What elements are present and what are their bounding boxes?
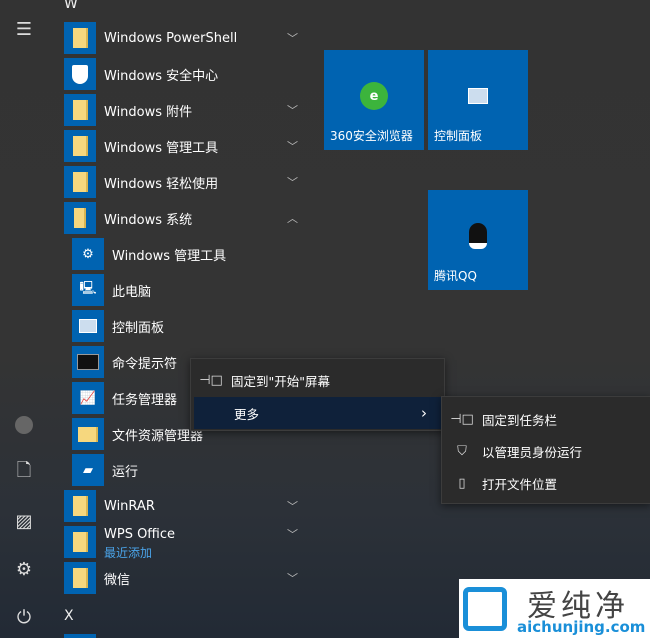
pin-icon: ⊣□ (199, 372, 223, 388)
control-panel-icon (462, 80, 494, 112)
app-label: Windows 安全中心 (104, 68, 219, 84)
command-prompt-icon (72, 346, 104, 378)
admin-shield-icon: ⛉ (457, 443, 467, 459)
chevron-down-icon: ﹀ (287, 528, 298, 541)
app-wps-office[interactable]: WPS Office 最近添加 ﹀ (64, 526, 304, 560)
power-icon[interactable]: ⏻ (12, 605, 36, 629)
app-label: Windows 管理工具 (112, 248, 227, 264)
document-icon[interactable]: 🗋 (12, 460, 36, 485)
app-run[interactable]: ▰ 运行 (72, 454, 312, 486)
letter-header-w[interactable]: W (64, 0, 78, 12)
app-control-panel[interactable]: 控制面板 (72, 310, 312, 342)
tile-label: 控制面板 (434, 129, 483, 143)
folder-icon (64, 22, 96, 54)
recently-added-badge: 最近添加 (104, 546, 153, 560)
admin-tools-icon: ⚙ (72, 238, 104, 270)
app-windows-powershell[interactable]: Windows PowerShell ﹀ (64, 22, 304, 54)
chevron-down-icon: ﹀ (287, 32, 298, 45)
pictures-icon[interactable]: ▨ (12, 509, 36, 533)
folder-icon (64, 526, 96, 558)
file-explorer-icon (72, 418, 104, 450)
app-windows-security[interactable]: Windows 安全中心 (64, 58, 304, 90)
app-label: Windows 系统 (104, 212, 193, 228)
app-this-pc[interactable]: 🖳 此电脑 (72, 274, 312, 306)
menu-open-file-location[interactable]: ▯ 打开文件位置 (442, 467, 650, 499)
app-windows-accessories[interactable]: Windows 附件 ﹀ (64, 94, 304, 126)
user-icon[interactable] (12, 413, 36, 437)
chevron-down-icon: ﹀ (287, 104, 298, 117)
submenu: ⊣□ 固定到任务栏 ⛉ 以管理员身份运行 ▯ 打开文件位置 (441, 396, 650, 504)
folder-icon (64, 166, 96, 198)
qq-penguin-icon (462, 220, 494, 252)
tile-label: 腾讯QQ (434, 269, 477, 283)
folder-location-icon: ▯ (458, 475, 466, 491)
pin-icon: ⊣□ (450, 411, 474, 427)
menu-label: 以管理员身份运行 (482, 444, 583, 460)
browser-360-icon: e (358, 80, 390, 112)
watermark: 爱纯净 aichunjing.com (459, 579, 650, 638)
control-panel-icon (72, 310, 104, 342)
computer-icon: 🖳 (72, 274, 104, 306)
shield-icon (64, 58, 96, 90)
app-label: Windows 管理工具 (104, 140, 219, 156)
app-label: 任务管理器 (112, 392, 178, 408)
menu-label: 固定到"开始"屏幕 (231, 373, 330, 389)
chevron-down-icon: ﹀ (287, 140, 298, 153)
context-menu: ⊣□ 固定到"开始"屏幕 更多 › (190, 358, 445, 431)
app-label: WinRAR (104, 498, 155, 514)
app-label: Windows PowerShell (104, 30, 238, 46)
app-label: 命令提示符 (112, 356, 178, 372)
chevron-down-icon: ﹀ (287, 500, 298, 513)
tile-label: 360安全浏览器 (330, 129, 413, 143)
app-windows-system[interactable]: Windows 系统 ︿ (64, 202, 304, 234)
app-windows-admin-tools[interactable]: Windows 管理工具 ﹀ (64, 130, 304, 162)
letter-header-x[interactable]: X (64, 608, 74, 624)
hamburger-menu-icon[interactable]: ☰ (12, 17, 36, 41)
folder-open-icon (64, 202, 96, 234)
chevron-up-icon: ︿ (287, 212, 298, 225)
menu-label: 更多 (234, 406, 260, 422)
app-wechat[interactable]: 微信 ﹀ (64, 562, 304, 594)
app-label: Windows 轻松使用 (104, 176, 219, 192)
app-label: Windows 附件 (104, 104, 193, 120)
tile-360-browser[interactable]: e 360安全浏览器 (324, 50, 424, 150)
watermark-url: aichunjing.com (517, 618, 646, 636)
menu-label: 固定到任务栏 (482, 412, 558, 428)
menu-pin-to-taskbar[interactable]: ⊣□ 固定到任务栏 (442, 403, 650, 435)
run-icon: ▰ (72, 454, 104, 486)
tile-tencent-qq[interactable]: 腾讯QQ (428, 190, 528, 290)
folder-icon (64, 130, 96, 162)
app-winrar[interactable]: WinRAR ﹀ (64, 490, 304, 522)
menu-more[interactable]: 更多 › (194, 397, 441, 429)
task-manager-icon: 📈 (72, 382, 104, 414)
app-label: 控制面板 (112, 320, 165, 336)
left-rail: ☰ 🗋 ▨ ⚙ ⏻ (0, 0, 48, 638)
chevron-down-icon: ﹀ (287, 176, 298, 189)
menu-run-as-admin[interactable]: ⛉ 以管理员身份运行 (442, 435, 650, 467)
menu-pin-to-start[interactable]: ⊣□ 固定到"开始"屏幕 (191, 364, 444, 396)
app-windows-ease-of-access[interactable]: Windows 轻松使用 ﹀ (64, 166, 304, 198)
chevron-down-icon: ﹀ (287, 572, 298, 585)
partial-app-icon (64, 634, 96, 638)
app-label: 此电脑 (112, 284, 152, 300)
watermark-logo-icon (463, 587, 507, 631)
settings-icon[interactable]: ⚙ (12, 557, 36, 581)
app-label: 运行 (112, 464, 139, 480)
folder-icon (64, 94, 96, 126)
folder-icon (64, 562, 96, 594)
app-label: 微信 (104, 572, 131, 588)
menu-label: 打开文件位置 (482, 476, 558, 492)
app-admin-tools[interactable]: ⚙ Windows 管理工具 (72, 238, 312, 270)
folder-icon (64, 490, 96, 522)
chevron-right-icon: › (421, 404, 427, 422)
app-label: WPS Office (104, 527, 176, 542)
tile-control-panel[interactable]: 控制面板 (428, 50, 528, 150)
